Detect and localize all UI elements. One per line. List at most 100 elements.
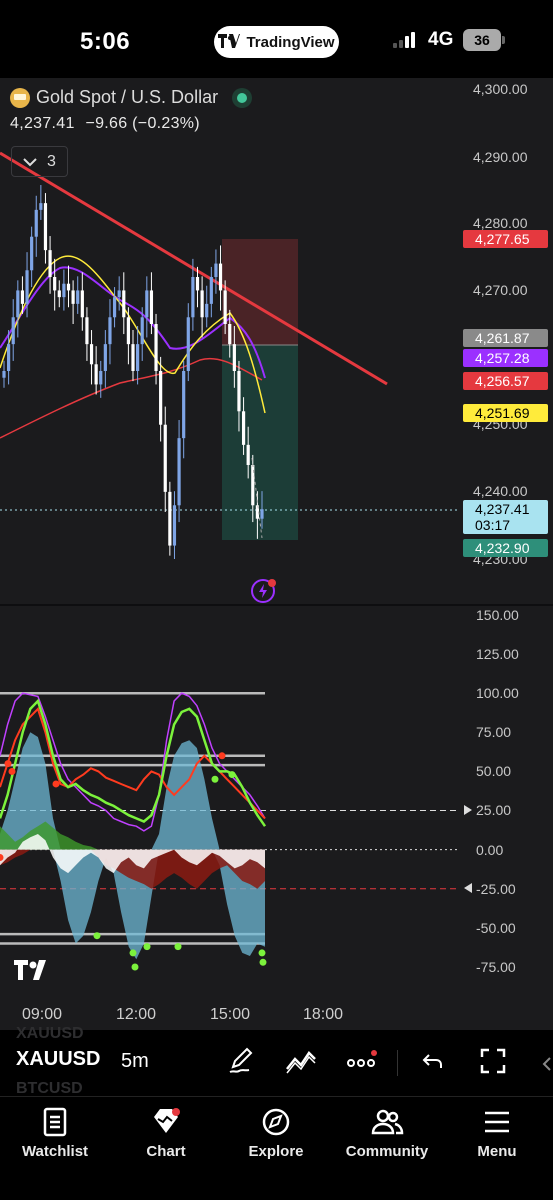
candle-body [218,263,223,291]
candle-body [214,263,218,277]
pencil-icon [229,1047,253,1073]
ma-red-price-tag[interactable]: 4,256.57 [463,372,548,390]
osc-tick: 25.00 [476,802,512,818]
osc-tick: 0.00 [476,842,504,858]
undo-button[interactable] [416,1044,450,1078]
fullscreen-button[interactable] [476,1044,510,1078]
chart-area[interactable]: Gold Spot / U.S. Dollar 4,237.41 −9.66 (… [0,78,553,1030]
bar-countdown-tag: 03:17 [463,516,548,534]
candle-body [232,344,236,371]
candle-body [39,203,43,210]
indicators-toggle-button[interactable]: 3 [11,146,68,177]
nav-label: Explore [248,1143,304,1160]
stop-loss-price-tag[interactable]: 4,277.65 [463,230,548,248]
entry-price-tag[interactable]: 4,261.87 [463,329,548,347]
osc-tick: 75.00 [476,724,512,740]
take-profit-price-tag[interactable]: 4,232.90 [463,539,548,557]
osc-signal-dot [4,760,12,768]
osc-signal-dot [259,958,267,966]
price-tick: 4,300.00 [473,81,528,97]
candle-body [7,344,11,371]
candle-body [30,236,34,271]
oscillator-canvas[interactable] [0,606,460,998]
osc-signal-dot [8,767,16,775]
more-dots-icon [347,1050,377,1067]
take-profit-zone[interactable] [222,345,298,540]
candle-body [177,438,181,506]
ma-purple-price-tag[interactable]: 4,257.28 [463,349,548,367]
osc-tick: -25.00 [476,881,516,897]
candle-body [122,290,126,318]
level-marker-icon [464,883,472,893]
candle-body [149,290,154,324]
osc-signal-dot [93,932,101,940]
candle-body [154,324,158,371]
candle-body [99,371,103,385]
market-open-icon [232,87,253,108]
candle-body [53,277,57,291]
osc-tick: -75.00 [476,959,516,975]
price-axis[interactable]: 4,300.00 4,290.00 4,280.00 4,270.00 4,25… [460,78,553,1030]
alert-button[interactable] [250,577,278,605]
symbol-name[interactable]: Gold Spot / U.S. Dollar [36,87,218,108]
osc-tick: 100.00 [476,685,519,701]
candle-body [48,250,52,277]
nav-explore[interactable]: Explore [226,1105,326,1160]
more-button[interactable] [345,1044,379,1078]
symbol-legend[interactable]: Gold Spot / U.S. Dollar 4,237.41 −9.66 (… [10,87,253,133]
toolbar-overflow-icon[interactable] [540,1056,553,1072]
candle-body [195,277,200,291]
candle-body [43,203,48,251]
candle-body [16,290,20,318]
candle-body [145,290,149,318]
candle-body [94,364,98,385]
candle-body [89,344,94,365]
price-tick: 4,270.00 [473,282,528,298]
battery-icon: 36 [463,29,505,51]
candle-body [25,270,29,304]
candle-body [85,317,89,345]
chevron-down-icon [23,157,37,166]
candle-body [62,283,66,298]
drawing-tool-button[interactable] [224,1044,258,1078]
osc-tick: 150.00 [476,607,519,623]
candle-body [76,290,80,304]
symbol-selector[interactable]: XAUUSD [16,1048,100,1071]
candle-body [140,317,144,345]
candle-body [11,317,15,345]
nav-watchlist[interactable]: Watchlist [5,1105,105,1160]
indicator-count: 3 [47,152,56,170]
candle-body [205,303,209,318]
price-tick: 4,280.00 [473,215,528,231]
nav-menu[interactable]: Menu [447,1105,547,1160]
nav-community[interactable]: Community [337,1105,437,1160]
osc-signal-dot [131,963,139,971]
indicators-button[interactable] [284,1044,318,1078]
candle-body [260,509,264,519]
nav-chart[interactable]: Chart [116,1105,216,1160]
community-icon [371,1109,404,1135]
candle-body [126,317,130,345]
candle-body [191,277,195,318]
candle-body [66,283,71,291]
interval-selector[interactable]: 5m [121,1050,149,1073]
candle-body [186,317,190,371]
network-type: 4G [428,29,454,50]
ma-yellow-price-tag[interactable]: 4,251.69 [463,404,548,422]
osc-signal-dot [211,775,219,783]
candle-body [163,424,167,492]
candle-body [20,290,25,304]
tradingview-pill[interactable]: TradingView [214,26,339,58]
level-marker-icon [464,805,472,815]
cellular-signal-icon [393,32,415,48]
compass-icon [262,1108,290,1136]
osc-signal-dot [258,949,266,957]
status-time: 5:06 [80,28,131,55]
osc-tick: 125.00 [476,646,519,662]
osc-signal-dot [129,949,137,957]
toolbar-separator [397,1050,398,1076]
candle-body [200,290,204,318]
candle-body [241,411,246,445]
candle-body [117,290,121,298]
nav-label: Chart [146,1143,186,1160]
